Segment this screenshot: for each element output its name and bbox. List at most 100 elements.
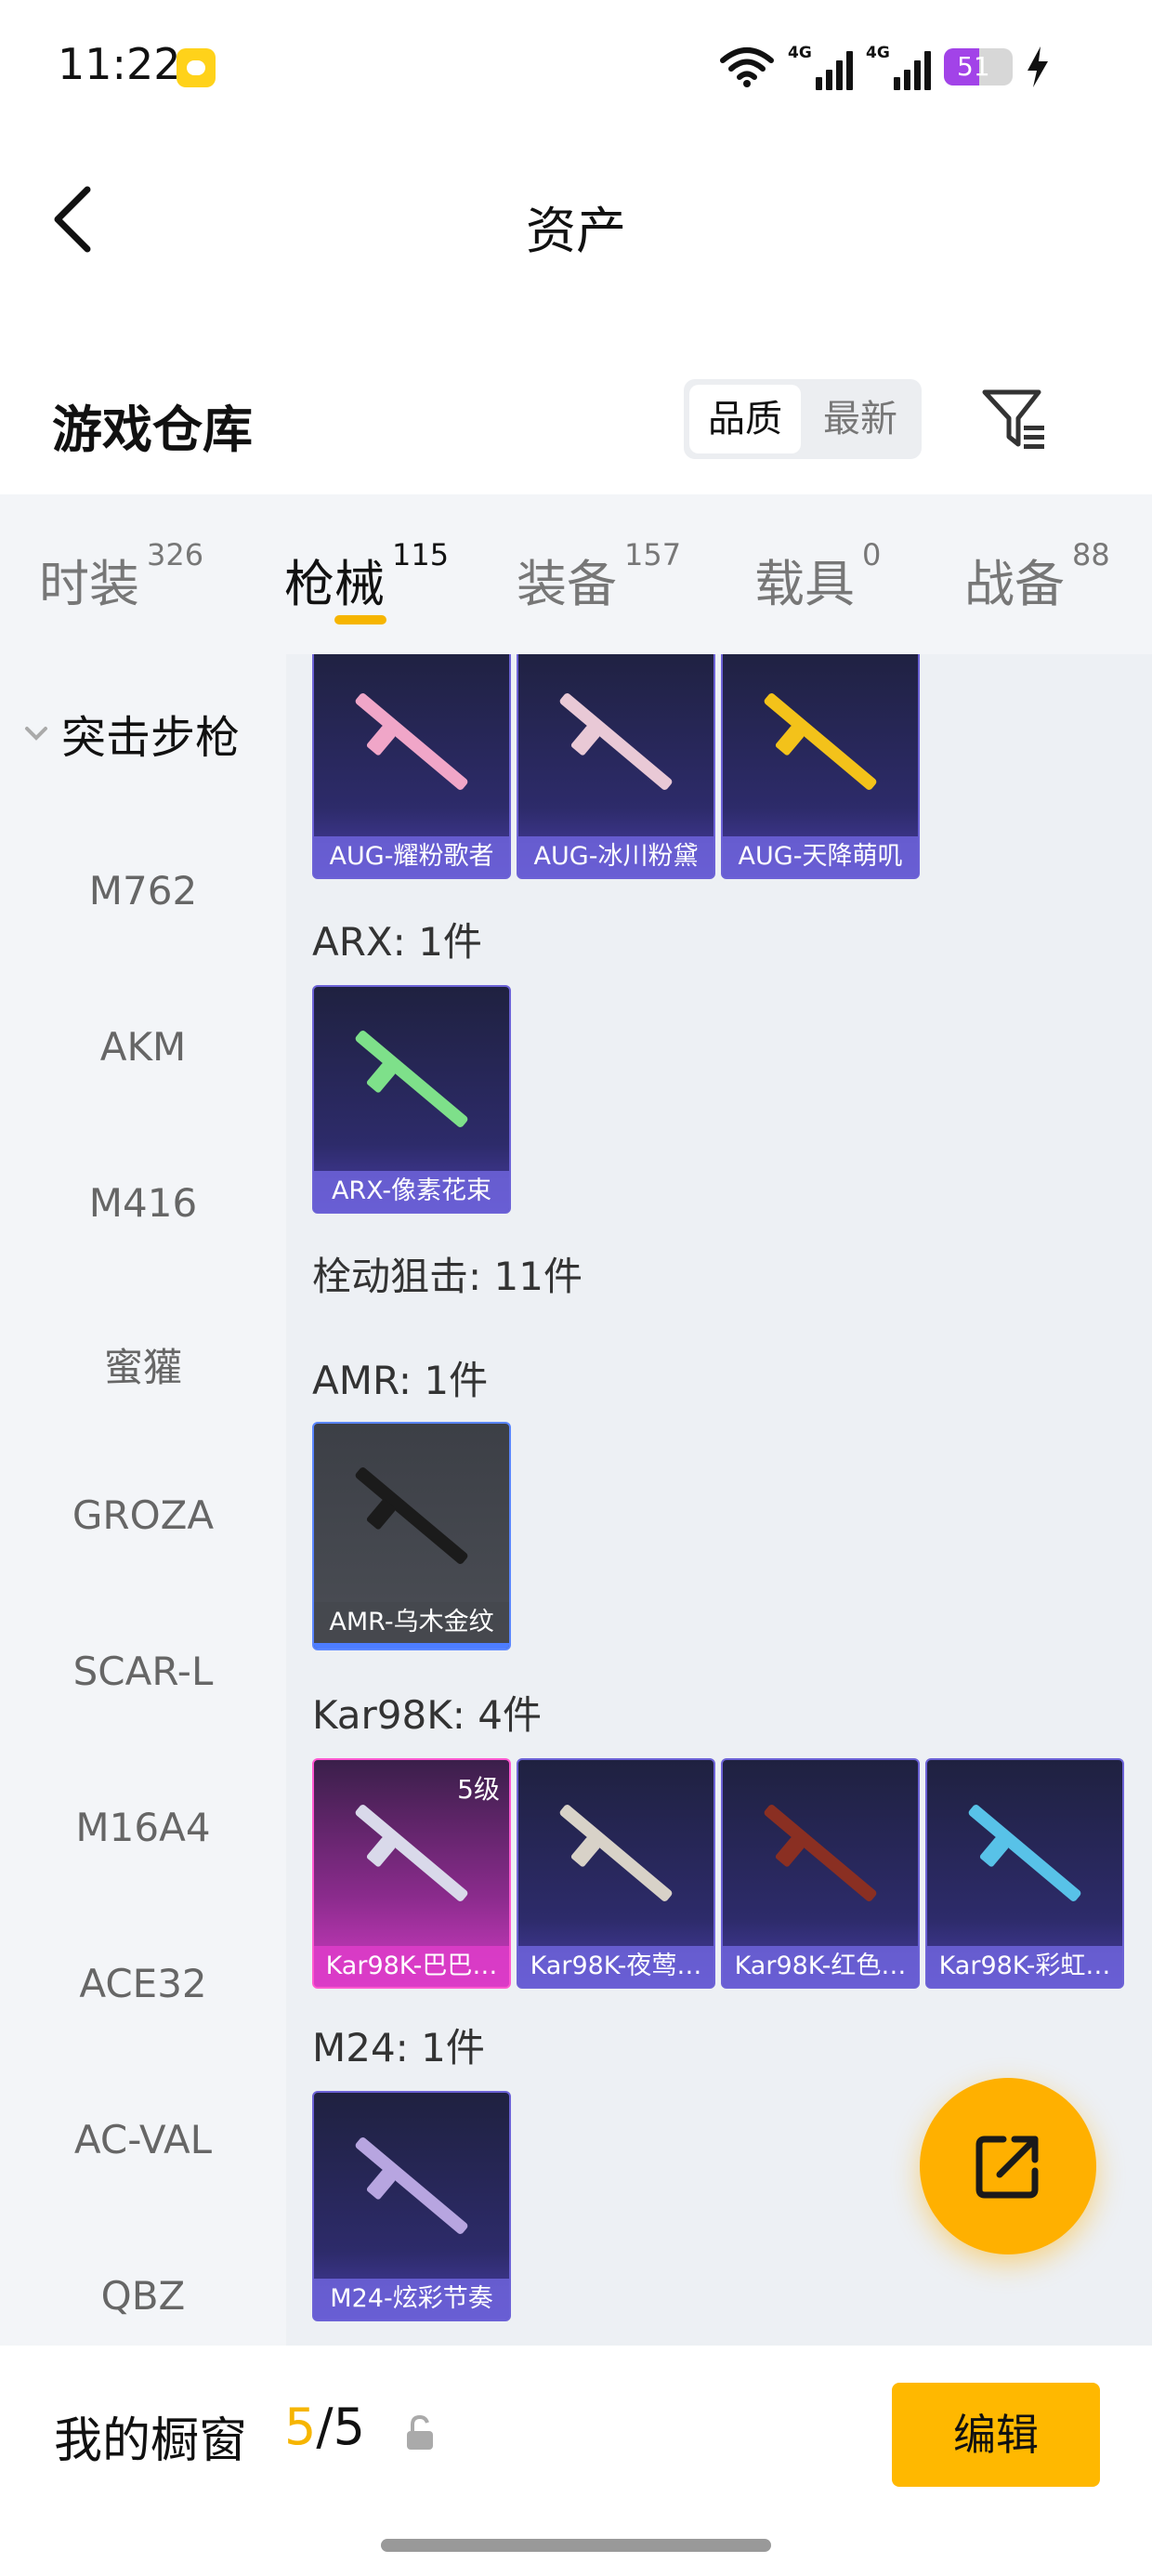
status-time: 11:22: [58, 39, 181, 89]
item-card[interactable]: AUG-耀粉歌者: [312, 654, 511, 879]
status-bar: 11:22 4G 4G 51: [0, 0, 1152, 139]
showcase-count: 5/5: [284, 2398, 365, 2456]
signal-icon: 4G: [866, 44, 931, 90]
wifi-icon: [720, 47, 774, 87]
tab-count: 88: [1072, 537, 1110, 572]
item-card[interactable]: AMR-乌木金纹: [312, 1422, 511, 1650]
filter-icon[interactable]: [979, 385, 1048, 453]
weapon-image: [723, 1760, 918, 1946]
page-title: 资产: [526, 202, 626, 260]
sidebar-item[interactable]: M416: [0, 1180, 286, 1226]
sidebar-item[interactable]: AC-VAL: [0, 2117, 286, 2162]
sort-newest-button[interactable]: 最新: [805, 385, 916, 453]
tab-count: 0: [862, 537, 882, 572]
item-card[interactable]: Kar98K-彩虹…: [925, 1758, 1124, 1989]
showcase-label: 我的橱窗: [54, 2413, 248, 2469]
sidebar-item[interactable]: 蜜獾: [0, 1336, 286, 1393]
tab-firearms[interactable]: 枪械 115: [284, 537, 449, 616]
tab-label: 装备: [517, 555, 617, 613]
item-card[interactable]: ARX-像素花束: [312, 985, 511, 1214]
item-name: M24-炫彩节奏: [314, 2279, 509, 2320]
showcase-total: 5: [333, 2398, 365, 2456]
status-icons: 4G 4G 51: [719, 41, 1050, 93]
tab-label: 枪械: [284, 555, 385, 613]
gun-icon: [354, 691, 469, 792]
network-type-2: 4G: [866, 44, 890, 62]
lock-icon: [407, 2414, 433, 2450]
section-label: M24: 1件: [312, 2025, 485, 2070]
tab-count: 115: [392, 537, 450, 572]
showcase-bar: 我的橱窗 5/5 编辑: [0, 2346, 1152, 2576]
sidebar-item[interactable]: QBZ: [0, 2273, 286, 2319]
warehouse-title: 游戏仓库: [52, 401, 253, 459]
sidebar-item[interactable]: GROZA: [0, 1492, 286, 1538]
item-name: Kar98K-夜莺…: [518, 1946, 713, 1987]
tab-supplies[interactable]: 战备 88: [964, 537, 1110, 616]
item-name: AUG-耀粉歌者: [314, 836, 509, 877]
tab-label: 战备: [964, 555, 1065, 613]
tab-label: 载具: [754, 555, 855, 613]
signal-icon: 4G: [788, 44, 853, 90]
sort-toggle: 品质 最新: [684, 379, 922, 459]
item-name: AMR-乌木金纹: [314, 1602, 509, 1649]
tab-indicator: [334, 615, 386, 624]
item-card[interactable]: Kar98K-红色…: [721, 1758, 920, 1989]
gun-icon: [354, 1029, 469, 1129]
sort-quality-button[interactable]: 品质: [689, 385, 801, 453]
weapon-image: [518, 654, 713, 836]
tab-count: 157: [624, 537, 682, 572]
weapon-image: [927, 1760, 1122, 1946]
item-name: ARX-像素花束: [314, 1171, 509, 1212]
sidebar-item[interactable]: ACE32: [0, 1961, 286, 2006]
item-name: AUG-天降萌叽: [723, 836, 918, 877]
category-tabs: 时装 326 枪械 115 装备 157 载具 0 战备 88: [0, 494, 1152, 654]
item-name: AUG-冰川粉黛: [518, 836, 713, 877]
gun-icon: [354, 2136, 469, 2236]
network-type-1: 4G: [788, 44, 812, 62]
section-label: Kar98K: 4件: [312, 1692, 543, 1738]
item-card[interactable]: M24-炫彩节奏: [312, 2091, 511, 2321]
weapon-image: [314, 654, 509, 836]
tab-fashion[interactable]: 时装 326: [39, 537, 203, 616]
weapon-type-sidebar: 突击步枪 M762 AKM M416 蜜獾 GROZA SCAR-L M16A4…: [0, 654, 286, 2346]
section-label: AMR: 1件: [312, 1358, 489, 1403]
nav-bar: 资产: [0, 158, 1152, 279]
weapon-image: [314, 987, 509, 1171]
gun-icon: [558, 1803, 674, 1903]
level-badge: 5级: [457, 1774, 500, 1805]
weapon-image: [314, 1424, 509, 1608]
weapon-image: [518, 1760, 713, 1946]
app-notification-icon: [177, 48, 216, 87]
item-card[interactable]: 5级 Kar98K-巴巴…: [312, 1758, 511, 1989]
tab-count: 326: [147, 537, 204, 572]
section-label: 栓动狙击: 11件: [312, 1254, 583, 1299]
sidebar-item[interactable]: AKM: [0, 1024, 286, 1070]
tab-vehicles[interactable]: 载具 0: [754, 537, 881, 616]
home-indicator[interactable]: [381, 2539, 771, 2552]
weapon-image: [314, 2093, 509, 2279]
share-button[interactable]: [920, 2078, 1096, 2254]
sidebar-item[interactable]: M16A4: [0, 1805, 286, 1850]
gun-icon: [763, 691, 878, 792]
charging-icon: [1028, 46, 1048, 87]
sidebar-item[interactable]: M762: [0, 868, 286, 913]
sidebar-item[interactable]: SCAR-L: [0, 1649, 286, 1694]
gun-icon: [763, 1803, 878, 1903]
weapon-image: [723, 654, 918, 836]
item-card[interactable]: AUG-天降萌叽: [721, 654, 920, 879]
gun-icon: [354, 1465, 469, 1566]
item-card[interactable]: AUG-冰川粉黛: [517, 654, 715, 879]
gun-icon: [558, 691, 674, 792]
tab-equipment[interactable]: 装备 157: [517, 537, 681, 616]
section-label: ARX: 1件: [312, 919, 482, 965]
gun-icon: [354, 1803, 469, 1903]
item-name: Kar98K-彩虹…: [927, 1946, 1122, 1987]
tab-label: 时装: [39, 555, 139, 613]
share-icon: [975, 2136, 1039, 2199]
chevron-down-icon: [25, 727, 47, 741]
sidebar-group-assault-rifles[interactable]: 突击步枪: [22, 701, 240, 766]
edit-button[interactable]: 编辑: [892, 2383, 1100, 2487]
item-card[interactable]: Kar98K-夜莺…: [517, 1758, 715, 1989]
showcase-current: 5: [284, 2398, 317, 2456]
item-name: Kar98K-巴巴…: [314, 1946, 509, 1987]
